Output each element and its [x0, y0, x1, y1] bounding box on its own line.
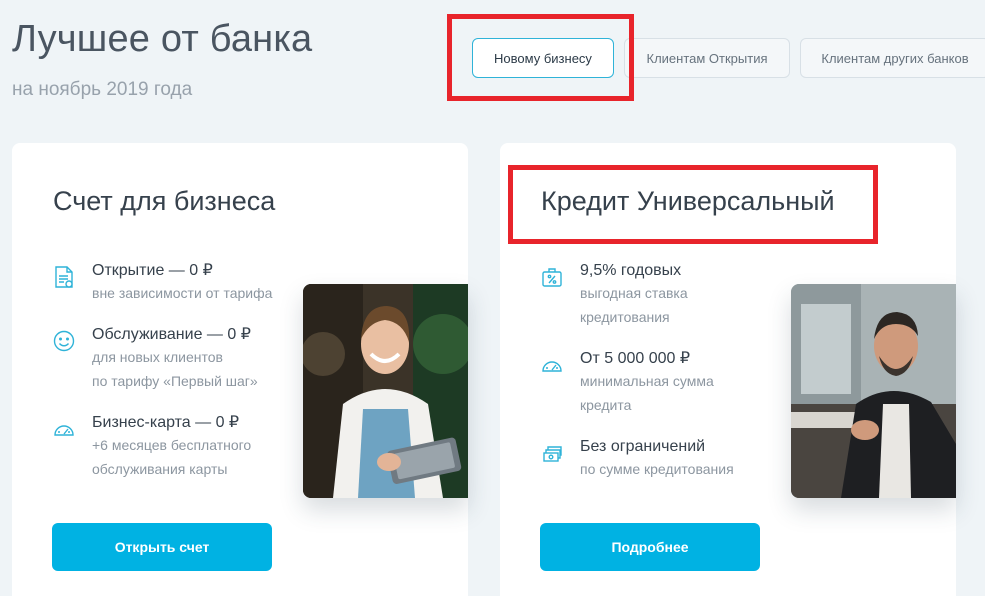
businessman-photo — [791, 284, 956, 498]
feature-description: для новых клиентов по тарифу «Первый шаг… — [92, 349, 258, 389]
feature-title: Без ограничений — [580, 438, 706, 455]
feature-item: 9,5% годовых выгодная ставка кредитовани… — [541, 261, 688, 329]
feature-title: Открытие — 0 ₽ — [92, 262, 213, 279]
card-title: Кредит Универсальный — [541, 186, 835, 216]
page-title: Лучшее от банка — [12, 18, 313, 60]
feature-description: +6 месяцев бесплатного обслуживания карт… — [92, 437, 252, 477]
speedometer-icon — [53, 417, 75, 441]
card-title: Счет для бизнеса — [53, 186, 276, 216]
feature-title: 9,5% годовых — [580, 262, 682, 279]
more-details-button[interactable]: Подробнее — [540, 523, 760, 571]
audience-tabs: Новому бизнесу Клиентам Открытия Клиента… — [472, 38, 985, 78]
tab-other-banks-clients[interactable]: Клиентам других банков — [800, 38, 985, 78]
page-subtitle: на ноябрь 2019 года — [12, 79, 193, 100]
universal-credit-card: Кредит Универсальный 9,5% годовых выгодн… — [500, 143, 956, 596]
feature-item: Открытие — 0 ₽ вне зависимости от тарифа — [53, 261, 272, 305]
feature-item: Обслуживание — 0 ₽ для новых клиентов по… — [53, 325, 258, 393]
document-icon — [53, 265, 75, 289]
smile-icon — [53, 329, 75, 353]
tab-new-business[interactable]: Новому бизнесу — [472, 38, 614, 78]
feature-item: Без ограничений по сумме кредитования — [541, 437, 734, 481]
feature-description: выгодная ставка кредитования — [580, 285, 688, 325]
feature-description: вне зависимости от тарифа — [92, 285, 273, 301]
feature-item: От 5 000 000 ₽ минимальная сумма кредита — [541, 349, 714, 417]
tab-otkritie-clients[interactable]: Клиентам Открытия — [624, 38, 790, 78]
feature-description: минимальная сумма кредита — [580, 373, 714, 413]
money-stack-icon — [541, 441, 563, 465]
feature-item: Бизнес-карта — 0 ₽ +6 месяцев бесплатног… — [53, 413, 251, 481]
briefcase-percent-icon — [541, 265, 563, 289]
open-account-button[interactable]: Открыть счет — [52, 523, 272, 571]
feature-title: Обслуживание — 0 ₽ — [92, 326, 251, 343]
feature-description: по сумме кредитования — [580, 461, 734, 477]
speedometer-icon — [541, 353, 563, 377]
feature-title: Бизнес-карта — 0 ₽ — [92, 414, 240, 431]
feature-title: От 5 000 000 ₽ — [580, 350, 691, 367]
waitress-photo — [303, 284, 468, 498]
business-account-card: Счет для бизнеса Открытие — 0 ₽ вне зави… — [12, 143, 468, 596]
